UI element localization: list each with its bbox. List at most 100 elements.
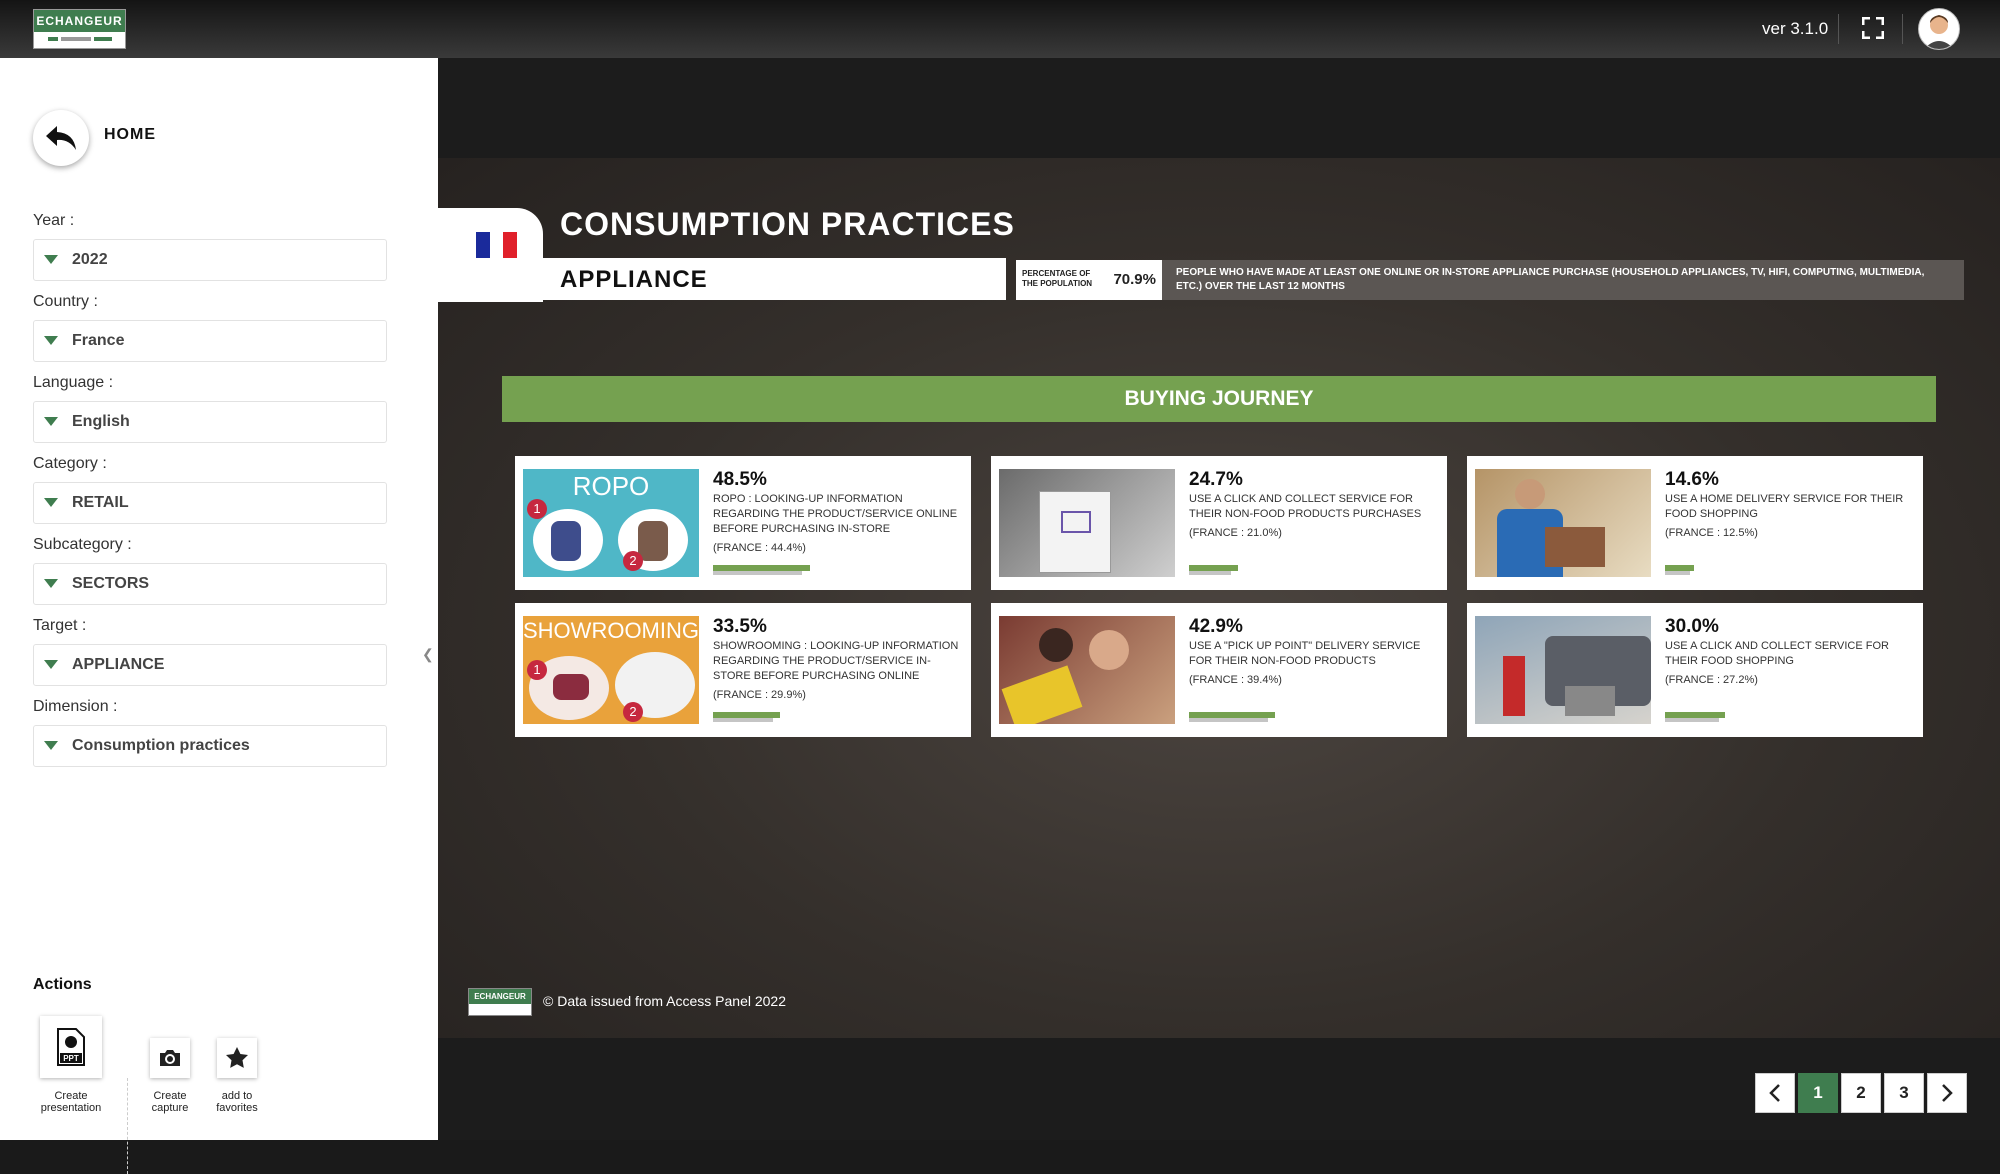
country-value: France — [72, 332, 125, 349]
target-bar: APPLIANCE — [438, 258, 1006, 300]
create-capture-label-2: capture — [151, 1102, 189, 1114]
ropo-image-label: ROPO — [572, 471, 650, 501]
chevron-down-icon — [44, 417, 58, 426]
year-select[interactable]: 2022 — [33, 239, 387, 281]
click-collect-image — [999, 469, 1175, 577]
subcategory-value: SECTORS — [72, 575, 150, 592]
step-1-badge: 1 — [527, 499, 547, 519]
population-label-line-1: PERCENTAGE OF — [1022, 269, 1091, 278]
chevron-down-icon — [44, 579, 58, 588]
dimension-value: Consumption practices — [72, 737, 250, 754]
card-reference-bar — [1189, 571, 1231, 575]
population-box: PERCENTAGE OF THE POPULATION 70.9% — [1016, 260, 1162, 300]
card-reference: (FRANCE : 39.4%) — [1189, 674, 1282, 686]
year-label: Year : — [33, 212, 75, 229]
previous-page-button[interactable] — [1755, 1073, 1795, 1113]
subcategory-label: Subcategory : — [33, 536, 132, 553]
click-collect-food-image — [1475, 616, 1651, 724]
card-reference: (FRANCE : 44.4%) — [713, 542, 806, 554]
card-percentage: 42.9% — [1189, 616, 1243, 637]
ppt-icon-text: PPT — [63, 1054, 79, 1063]
create-capture-button[interactable]: Create capture — [148, 1038, 192, 1114]
collapse-sidebar-icon[interactable]: ❮ — [422, 646, 434, 663]
divider — [1838, 14, 1839, 44]
create-capture-label-1: Create — [153, 1090, 187, 1102]
showrooming-image-label: SHOWROOMING — [523, 618, 699, 643]
add-to-favorites-button[interactable]: add to favorites — [213, 1038, 261, 1114]
top-bar: ECHANGEUR ver 3.1.0 — [0, 0, 2000, 58]
step-1-badge: 1 — [527, 660, 547, 680]
category-label: Category : — [33, 455, 107, 472]
page-3-button[interactable]: 3 — [1884, 1073, 1924, 1113]
footer-text: © Data issued from Access Panel 2022 — [543, 993, 786, 1009]
back-arrow-icon — [46, 126, 76, 150]
card-percentage: 24.7% — [1189, 469, 1243, 490]
ropo-image: ROPO 1 2 — [523, 469, 699, 577]
home-delivery-image — [1475, 469, 1651, 577]
target-select[interactable]: APPLIANCE — [33, 644, 387, 686]
year-value: 2022 — [72, 251, 108, 268]
stat-card-click-collect-nonfood: 24.7% USE A CLICK AND COLLECT SERVICE FO… — [991, 456, 1447, 590]
stat-card-home-delivery-food: 14.6% USE A HOME DELIVERY SERVICE FOR TH… — [1467, 456, 1923, 590]
language-select[interactable]: English — [33, 401, 387, 443]
ppt-icon: PPT — [40, 1016, 102, 1078]
actions-title: Actions — [33, 976, 92, 993]
echangeur-logo[interactable]: ECHANGEUR — [33, 9, 126, 49]
logo-text: ECHANGEUR — [34, 10, 125, 32]
page-1-button[interactable]: 1 — [1798, 1073, 1838, 1113]
card-description: USE A HOME DELIVERY SERVICE FOR THEIR FO… — [1665, 493, 1904, 520]
logo-strip — [34, 32, 125, 46]
population-label: PERCENTAGE OF THE POPULATION — [1022, 269, 1092, 289]
category-value: RETAIL — [72, 494, 129, 511]
category-select[interactable]: RETAIL — [33, 482, 387, 524]
add-to-favorites-label-1: add to — [221, 1090, 253, 1102]
chevron-left-icon — [1769, 1084, 1780, 1102]
dimension-label: Dimension : — [33, 698, 118, 715]
slide-title: CONSUMPTION PRACTICES — [560, 206, 1015, 242]
section-title: BUYING JOURNEY — [502, 376, 1936, 422]
stat-card-ropo: ROPO 1 2 48.5% ROPO : LOOKING-UP INFORMA… — [515, 456, 971, 590]
target-label: Target : — [33, 617, 87, 634]
chevron-down-icon — [44, 660, 58, 669]
page-2-button[interactable]: 2 — [1841, 1073, 1881, 1113]
card-description: USE A CLICK AND COLLECT SERVICE FOR THEI… — [1189, 493, 1422, 520]
add-to-favorites-label-2: favorites — [216, 1102, 258, 1114]
card-description: SHOWROOMING : LOOKING-UP INFORMATION REG… — [713, 640, 959, 682]
showrooming-image: SHOWROOMING 1 2 — [523, 616, 699, 724]
star-icon — [217, 1038, 257, 1078]
create-presentation-button[interactable]: PPT Create presentation — [33, 1016, 109, 1114]
country-label: Country : — [33, 293, 98, 310]
main-content: CONSUMPTION PRACTICES APPLIANCE PERCENTA… — [438, 58, 2000, 1140]
step-2-badge: 2 — [623, 702, 643, 722]
stat-card-pick-up-point: 42.9% USE A "PICK UP POINT" DELIVERY SER… — [991, 603, 1447, 737]
home-back-button[interactable] — [33, 110, 89, 166]
stat-card-showrooming: SHOWROOMING 1 2 33.5% SHOWROOMING : LOOK… — [515, 603, 971, 737]
stat-card-click-collect-food: 30.0% USE A CLICK AND COLLECT SERVICE FO… — [1467, 603, 1923, 737]
country-select[interactable]: France — [33, 320, 387, 362]
population-description: PEOPLE WHO HAVE MADE AT LEAST ONE ONLINE… — [1162, 260, 1964, 300]
user-avatar-icon[interactable] — [1918, 8, 1960, 50]
chevron-down-icon — [44, 498, 58, 507]
card-reference-bar — [713, 571, 802, 575]
step-2-badge: 2 — [623, 551, 643, 571]
card-percentage: 48.5% — [713, 469, 767, 490]
card-reference-bar — [1665, 718, 1719, 722]
chevron-down-icon — [44, 336, 58, 345]
dimension-select[interactable]: Consumption practices — [33, 725, 387, 767]
population-label-line-2: THE POPULATION — [1022, 279, 1093, 288]
chevron-down-icon — [44, 255, 58, 264]
card-reference-bar — [1189, 718, 1268, 722]
divider — [1902, 14, 1903, 44]
footer-logo: ECHANGEUR — [468, 988, 532, 1016]
next-page-button[interactable] — [1927, 1073, 1967, 1113]
card-reference-bar — [713, 718, 773, 722]
subcategory-select[interactable]: SECTORS — [33, 563, 387, 605]
card-reference: (FRANCE : 27.2%) — [1665, 674, 1758, 686]
slide-subtitle: APPLIANCE — [560, 266, 708, 293]
home-label[interactable]: HOME — [104, 126, 156, 144]
create-presentation-label-1: Create — [54, 1090, 88, 1102]
card-reference: (FRANCE : 29.9%) — [713, 689, 806, 701]
france-flag-icon — [476, 232, 518, 258]
card-description: ROPO : LOOKING-UP INFORMATION REGARDING … — [713, 493, 958, 535]
fullscreen-icon[interactable] — [1861, 16, 1885, 40]
